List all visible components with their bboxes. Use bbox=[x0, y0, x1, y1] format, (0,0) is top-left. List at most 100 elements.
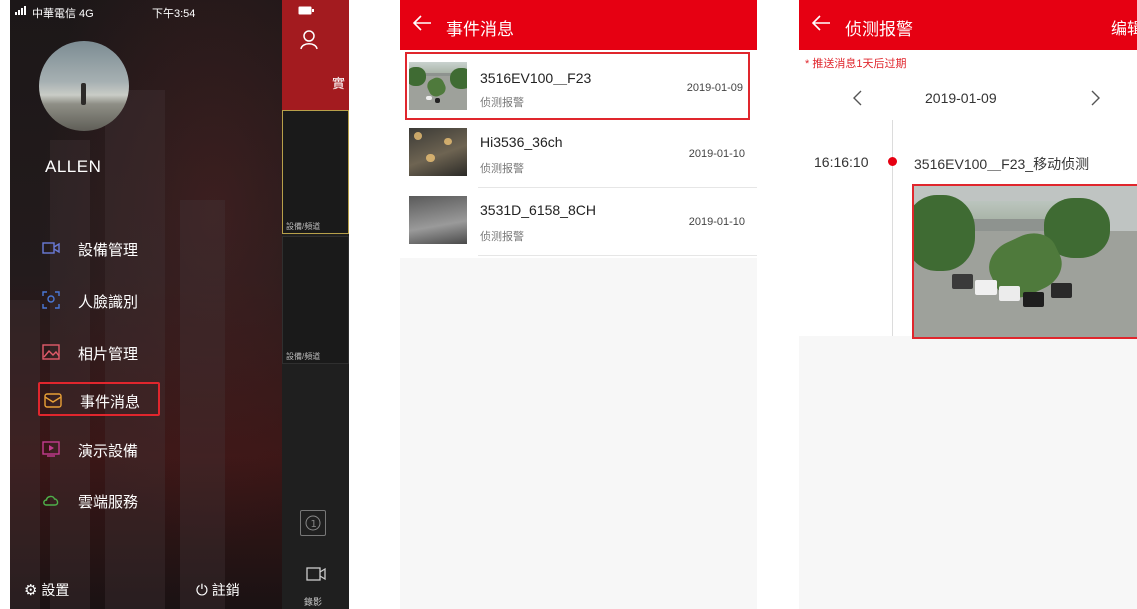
menu-item-photo-management[interactable]: 相片管理 bbox=[38, 336, 158, 368]
current-date: 2019-01-09 bbox=[925, 90, 997, 106]
page-title: 事件消息 bbox=[446, 20, 514, 39]
envelope-icon bbox=[44, 393, 62, 408]
timeline-line bbox=[892, 120, 893, 336]
menu-item-event-messages[interactable]: 事件消息 bbox=[38, 382, 160, 416]
back-arrow-icon[interactable] bbox=[811, 13, 831, 33]
menu-item-label: 演示設備 bbox=[78, 443, 139, 460]
event-snapshot[interactable] bbox=[912, 184, 1137, 339]
video-camera-icon bbox=[42, 242, 60, 254]
battery-icon bbox=[298, 6, 314, 15]
event-date: 2019-01-09 bbox=[686, 82, 743, 94]
tab-live[interactable]: 實 bbox=[332, 73, 345, 92]
list-item[interactable]: 3531D_6158_8CH 侦测报警 2019-01-10 bbox=[400, 188, 757, 256]
status-bar: 中華電信 4G 下午3:54 bbox=[10, 0, 290, 22]
event-thumbnail bbox=[409, 128, 467, 176]
logout-button[interactable]: ⏻ 註銷 bbox=[196, 580, 240, 600]
background-building bbox=[180, 200, 225, 609]
background-building bbox=[10, 300, 40, 609]
number-one-icon: 1 bbox=[305, 515, 321, 531]
play-screen-icon bbox=[42, 441, 60, 457]
image-car bbox=[1050, 282, 1073, 298]
top-bar: 侦测报警 编辑 bbox=[799, 0, 1137, 50]
menu-item-label: 相片管理 bbox=[78, 346, 139, 363]
username: ALLEN bbox=[45, 157, 102, 176]
record-label: 錄影 bbox=[304, 597, 323, 607]
power-icon: ⏻ bbox=[196, 582, 208, 599]
record-icon[interactable] bbox=[306, 566, 326, 582]
event-device-name: 3516EV100＿F23 bbox=[480, 70, 592, 86]
gear-icon: ⚙ bbox=[24, 582, 38, 599]
event-messages-screen: 事件消息 3516EV100＿F23 侦测报警 2019-01-09 Hi353… bbox=[400, 0, 757, 609]
image-car bbox=[435, 98, 441, 103]
cloud-icon bbox=[43, 495, 59, 506]
list-item[interactable]: 3516EV100＿F23 侦测报警 2019-01-09 bbox=[405, 52, 750, 120]
menu-item-demo-devices[interactable]: 演示設備 bbox=[38, 433, 158, 465]
channel-count-button[interactable]: 1 bbox=[300, 510, 326, 536]
edit-button[interactable]: 编辑 bbox=[1111, 15, 1137, 39]
menu-item-label: 雲端服務 bbox=[78, 494, 139, 511]
parking-lot-image bbox=[409, 62, 467, 110]
event-list: 3516EV100＿F23 侦测报警 2019-01-09 Hi3536_36c… bbox=[400, 50, 757, 258]
user-icon[interactable] bbox=[300, 30, 318, 50]
event-time: 16:16:10 bbox=[814, 154, 869, 170]
list-item[interactable]: Hi3536_36ch 侦测报警 2019-01-10 bbox=[400, 120, 757, 188]
video-pane[interactable]: 設備/頻道 bbox=[282, 236, 349, 364]
back-arrow-icon[interactable] bbox=[412, 13, 432, 33]
menu-item-cloud-service[interactable]: 雲端服務 bbox=[38, 484, 158, 516]
avatar[interactable] bbox=[39, 41, 129, 131]
image-trees bbox=[449, 67, 467, 90]
pane-caption: 設備/頻道 bbox=[286, 352, 321, 361]
image-car bbox=[951, 273, 973, 289]
signal-icon bbox=[15, 6, 26, 15]
top-bar: 事件消息 bbox=[400, 0, 757, 50]
video-pane[interactable]: 設備/頻道 bbox=[282, 110, 349, 234]
night-lot-image bbox=[409, 128, 467, 176]
image-lamp bbox=[413, 131, 422, 140]
event-thumbnail bbox=[409, 196, 467, 244]
logout-label: 註銷 bbox=[211, 582, 240, 598]
image-car bbox=[975, 279, 997, 295]
event-type: 侦测报警 bbox=[480, 97, 524, 109]
event-device-name: 3531D_6158_8CH bbox=[480, 202, 596, 218]
chevron-right-icon[interactable] bbox=[1089, 88, 1103, 108]
menu-item-label: 人臉識別 bbox=[78, 294, 139, 311]
svg-text:1: 1 bbox=[311, 519, 317, 530]
image-car bbox=[998, 285, 1021, 301]
image-lamp bbox=[426, 154, 435, 163]
page-title: 侦测报警 bbox=[845, 20, 913, 39]
grayscale-lot-image bbox=[409, 196, 467, 244]
event-date: 2019-01-10 bbox=[688, 148, 745, 160]
detection-alarm-screen: 侦测报警 编辑 * 推送消息1天后过期 2019-01-09 16:16:10 … bbox=[799, 0, 1137, 609]
avatar-figure bbox=[81, 83, 86, 105]
menu-item-label: 設備管理 bbox=[78, 242, 139, 259]
event-title: 3516EV100＿F23_移动侦测 bbox=[914, 156, 1090, 172]
live-view-side-panel: 實 設備/頻道 設備/頻道 1 錄影 bbox=[282, 0, 349, 609]
clock: 下午3:54 bbox=[152, 8, 196, 20]
live-view-header: 實 bbox=[282, 0, 349, 125]
event-device-name: Hi3536_36ch bbox=[480, 134, 563, 150]
event-type: 侦测报警 bbox=[480, 163, 524, 175]
drawer-menu-screen: 中華電信 4G 下午3:54 ALLEN 設備管理 人臉識別 相片管理 事件消息… bbox=[10, 0, 349, 609]
event-type: 侦测报警 bbox=[480, 231, 524, 243]
image-lamp bbox=[443, 137, 452, 146]
image-car bbox=[1022, 291, 1044, 307]
divider bbox=[478, 255, 757, 256]
event-date: 2019-01-10 bbox=[688, 216, 745, 228]
parking-lot-image bbox=[914, 186, 1137, 337]
photo-icon bbox=[42, 344, 60, 360]
settings-label: 設置 bbox=[41, 582, 70, 598]
pane-caption: 設備/頻道 bbox=[286, 222, 321, 231]
expiry-notice: * 推送消息1天后过期 bbox=[805, 58, 907, 70]
chevron-left-icon[interactable] bbox=[850, 88, 864, 108]
timeline-dot bbox=[888, 157, 897, 166]
settings-button[interactable]: ⚙ 設置 bbox=[24, 580, 69, 600]
menu-item-face-recognition[interactable]: 人臉識別 bbox=[38, 284, 158, 316]
menu-item-device-management[interactable]: 設備管理 bbox=[38, 232, 158, 264]
face-scan-icon bbox=[42, 291, 60, 309]
image-trees bbox=[914, 195, 976, 271]
image-car bbox=[426, 95, 432, 101]
carrier-label: 中華電信 4G bbox=[32, 8, 94, 20]
event-thumbnail bbox=[409, 62, 467, 110]
menu-item-label: 事件消息 bbox=[80, 394, 141, 411]
background-building bbox=[50, 140, 90, 609]
